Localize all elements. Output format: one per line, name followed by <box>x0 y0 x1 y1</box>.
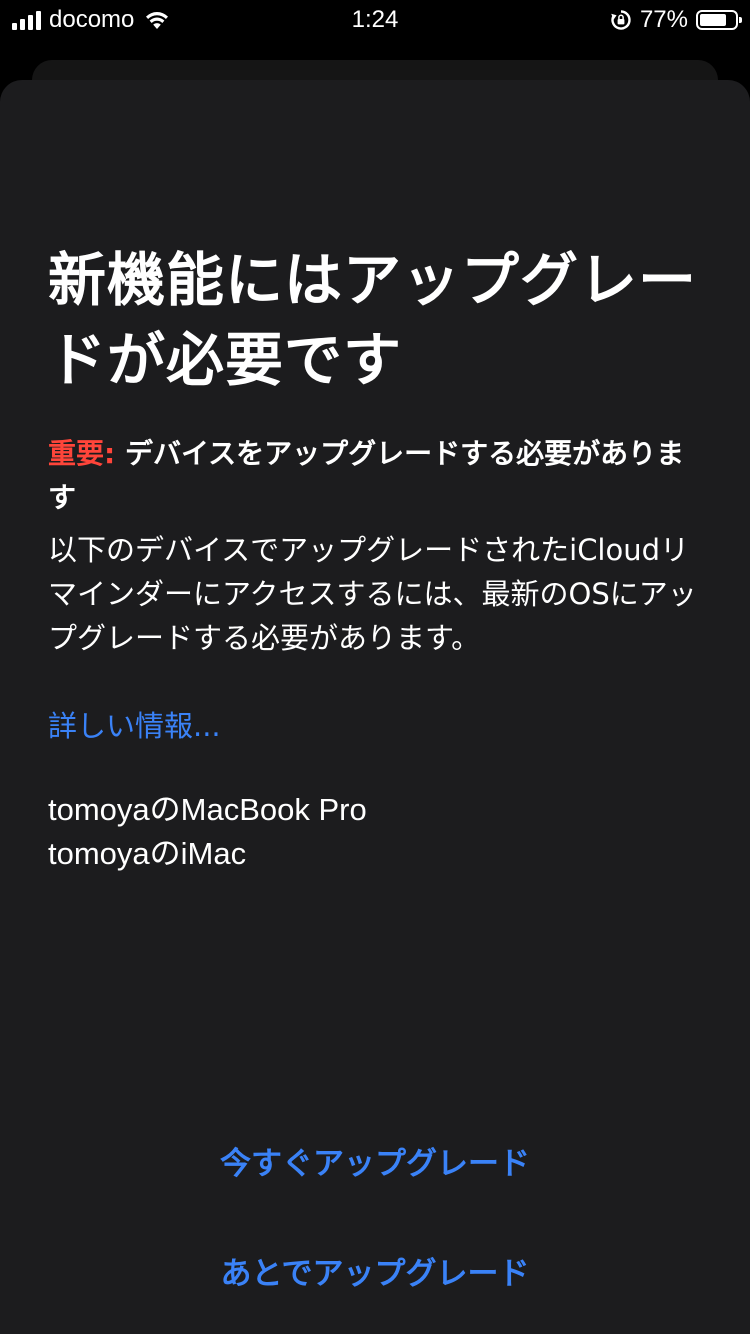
learn-more-link[interactable]: 詳しい情報... <box>48 704 221 748</box>
description-text: 以下のデバイスでアップグレードされたiCloudリマインダーにアクセスするには、… <box>48 533 697 655</box>
battery-fill <box>700 14 726 26</box>
page-title: 新機能にはアップグレードが必要です <box>48 246 698 394</box>
battery-percent: 77% <box>639 6 688 33</box>
status-right: 77% <box>610 6 742 34</box>
status-bar: docomo 1:24 77% <box>0 0 750 40</box>
orientation-lock-icon <box>610 9 632 31</box>
device-item: tomoyaのMacBook Pro <box>48 792 367 827</box>
important-text: デバイスをアップグレードする必要があります <box>48 437 685 514</box>
battery-icon <box>696 10 742 30</box>
important-notice: 重要: デバイスをアップグレードする必要があります <box>48 432 698 520</box>
device-item: tomoyaのiMac <box>48 836 247 871</box>
important-label: 重要: <box>48 437 116 470</box>
upgrade-later-button[interactable]: あとでアップグレード <box>0 1244 750 1304</box>
upgrade-now-button[interactable]: 今すぐアップグレード <box>0 1134 750 1194</box>
device-list: tomoyaのMacBook Pro tomoyaのiMac <box>48 788 367 876</box>
